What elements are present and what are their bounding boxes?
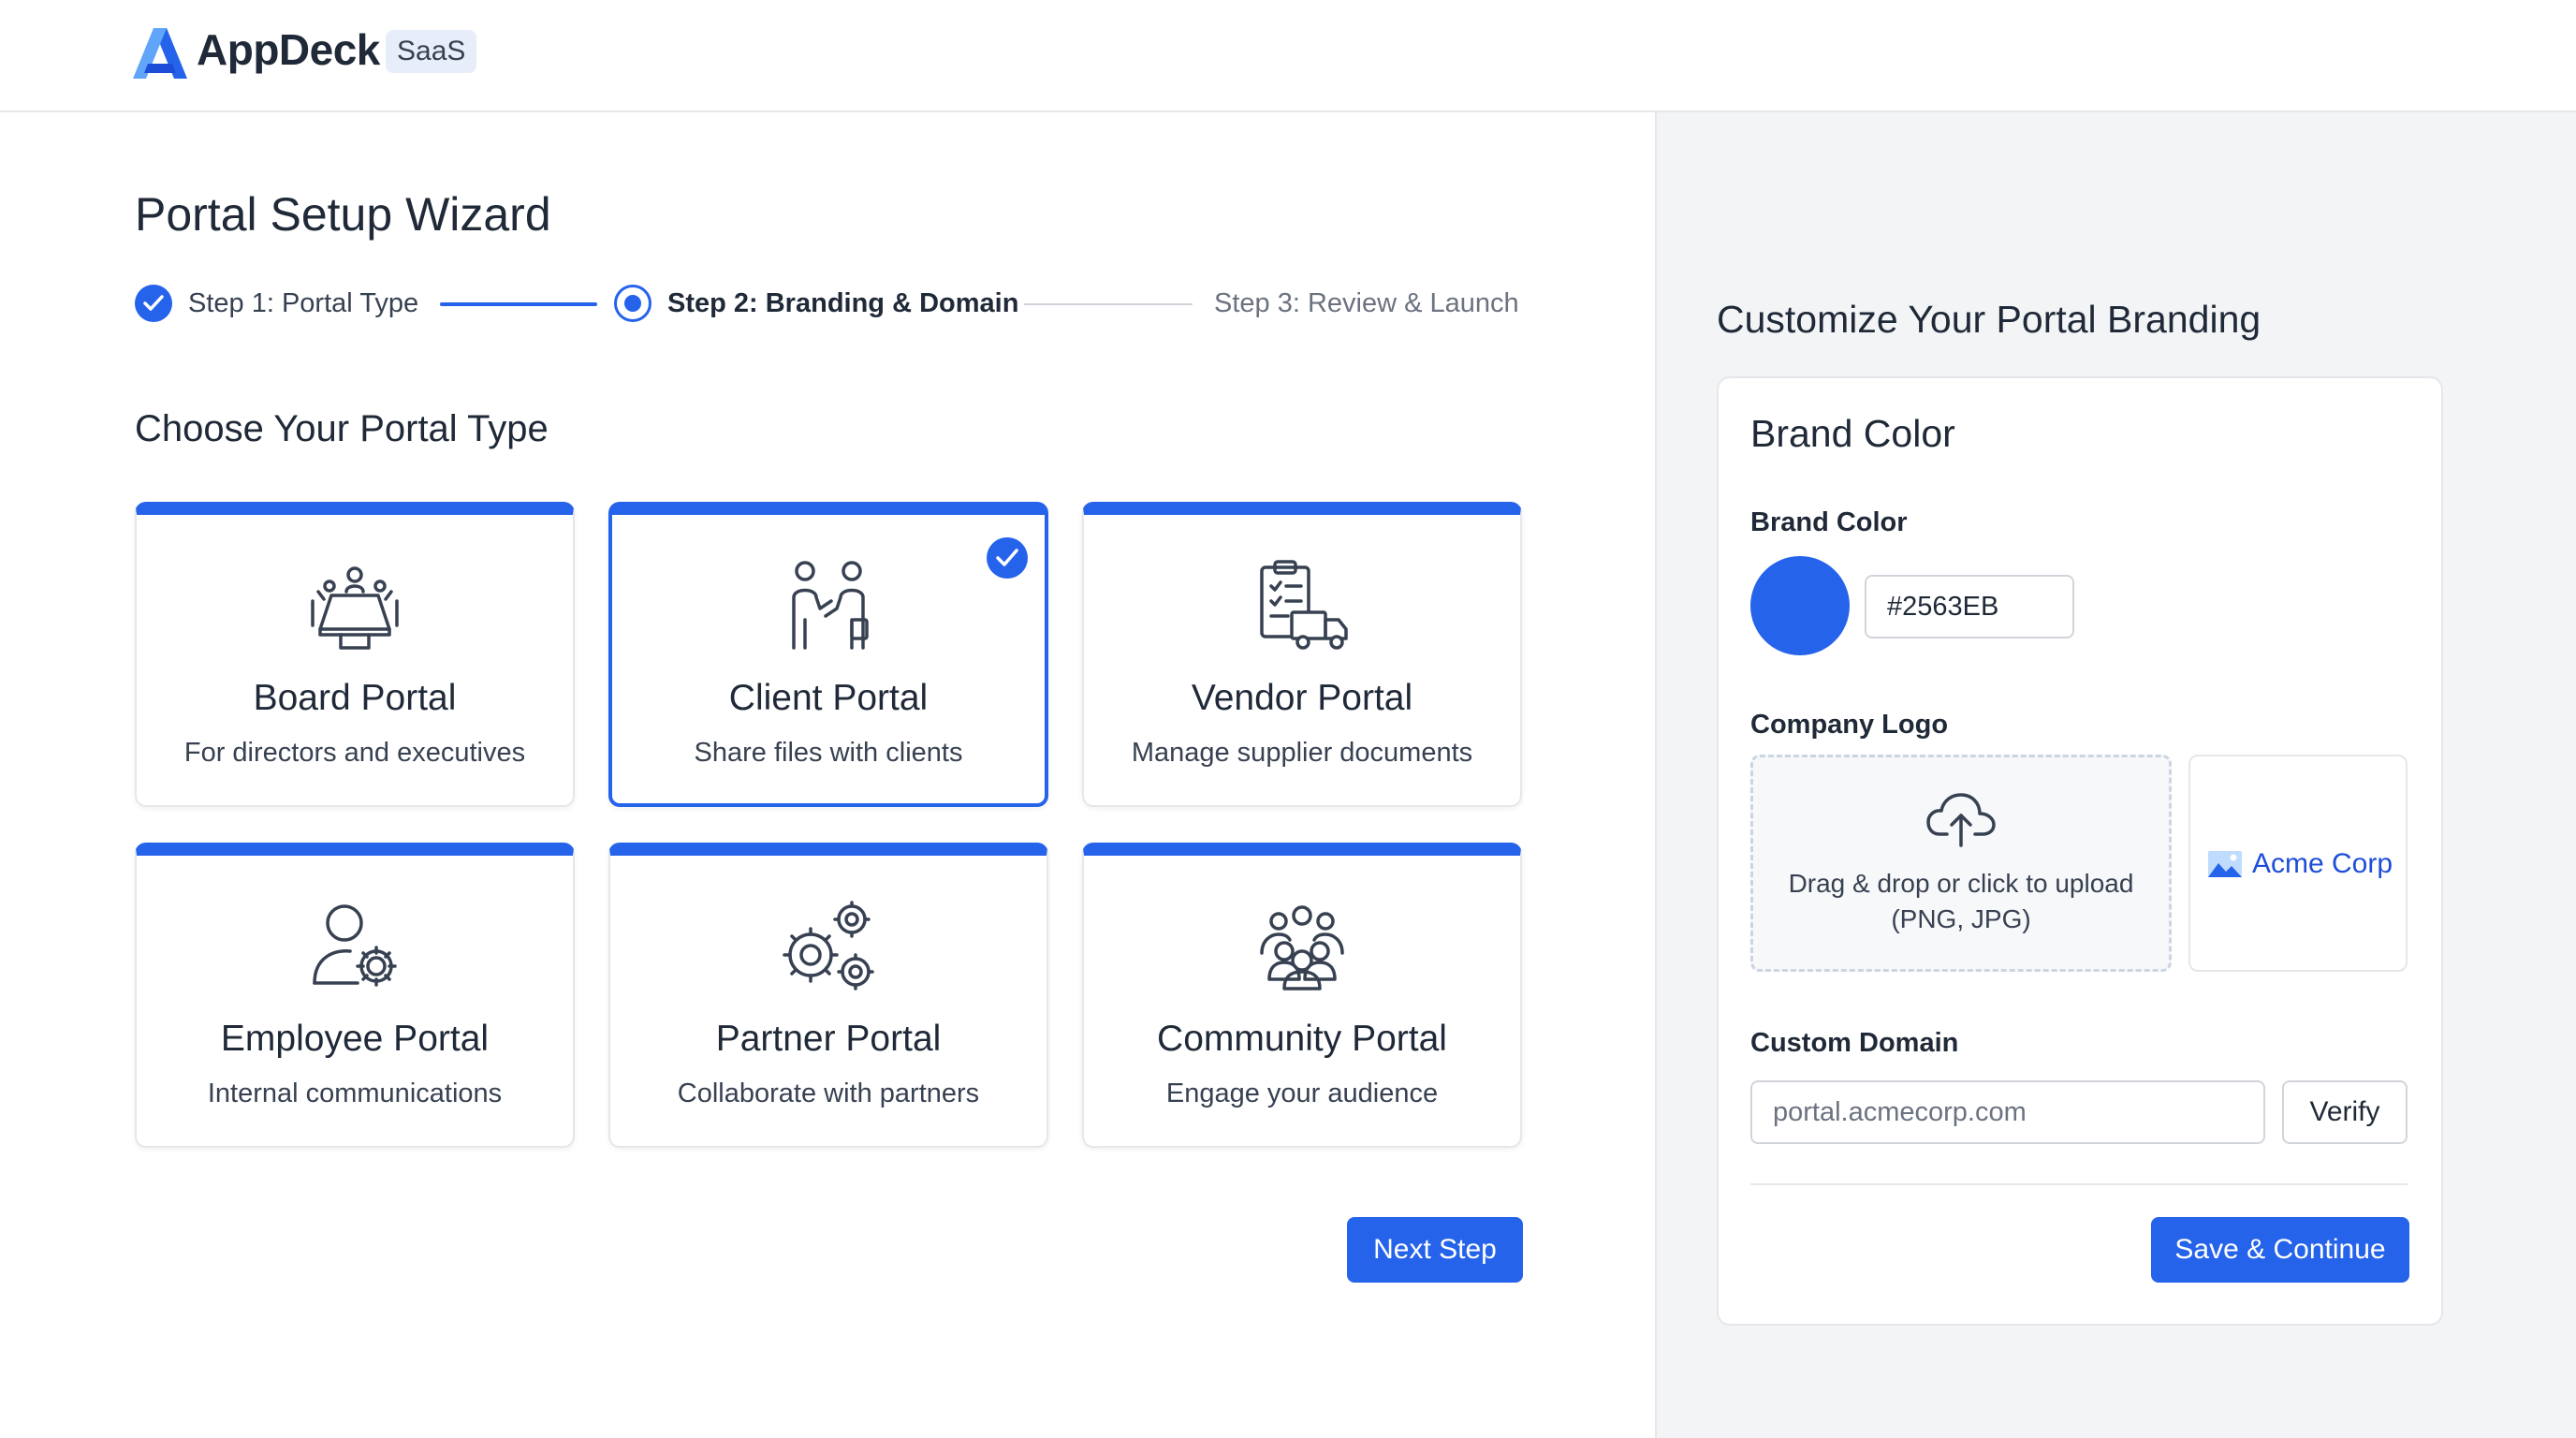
step-1-label[interactable]: Step 1: Portal Type [188,288,418,319]
portal-card-client[interactable]: Client Portal Share files with clients [608,502,1048,807]
portal-card-title: Community Portal [1157,1019,1447,1059]
group-icon [1260,905,1344,990]
portal-card-community[interactable]: Community Portal Engage your audience [1082,843,1522,1148]
next-step-button[interactable]: Next Step [1347,1217,1523,1283]
company-logo-label: Company Logo [1750,710,1949,740]
brand-color-swatch[interactable] [1750,556,1850,655]
top-bar: AppDeck SaaS [0,0,2576,112]
portal-card-title: Partner Portal [715,1019,942,1059]
save-continue-button[interactable]: Save & Continue [2151,1217,2409,1283]
step-connector-upcoming [1024,303,1193,305]
verify-domain-button[interactable]: Verify [2282,1080,2408,1144]
plan-badge: SaaS [386,30,477,73]
wizard-panel: Portal Setup Wizard Step 1: Portal Type … [0,112,1655,1438]
logo-upload-dropzone[interactable]: Drag & drop or click to upload (PNG, JPG… [1750,755,2172,972]
brand-color-hex-input[interactable] [1865,575,2074,638]
portal-card-desc: Collaborate with partners [677,1078,980,1108]
portal-card-desc: Engage your audience [1165,1078,1439,1108]
divider [1750,1183,2408,1185]
branding-card: Brand Color Brand Color Company Logo Dra… [1717,376,2443,1326]
selected-check-icon [987,537,1028,579]
boardroom-icon [311,566,399,650]
handshake-icon [792,561,869,650]
portal-card-title: Board Portal [253,678,457,718]
card-title: Brand Color [1750,412,1955,455]
user-gear-icon [313,904,397,987]
portal-card-partner[interactable]: Partner Portal Collaborate with partners [608,843,1048,1148]
portal-card-desc: For directors and executives [183,738,526,768]
step-2-label[interactable]: Step 2: Branding & Domain [667,288,1018,319]
portal-card-title: Vendor Portal [1191,678,1413,718]
portal-card-desc: Manage supplier documents [1131,738,1473,768]
appdeck-logo-icon [133,28,187,79]
branding-panel: Customize Your Portal Branding Brand Col… [1655,112,2576,1438]
custom-domain-input[interactable] [1750,1080,2265,1144]
portal-card-desc: Internal communications [207,1078,503,1108]
portal-card-employee[interactable]: Employee Portal Internal communications [135,843,575,1148]
portal-card-title: Client Portal [728,678,929,718]
gears-icon [783,901,874,990]
portal-card-vendor[interactable]: Vendor Portal Manage supplier documents [1082,502,1522,807]
brand-color-label: Brand Color [1750,507,1908,537]
page-title: Portal Setup Wizard [135,188,551,241]
panel-title: Customize Your Portal Branding [1717,298,2261,341]
portal-card-board[interactable]: Board Portal For directors and executive… [135,502,575,807]
cloud-upload-icon [1926,793,1996,847]
step-3-label[interactable]: Step 3: Review & Launch [1214,288,1519,319]
step-complete-icon [135,285,172,322]
custom-domain-label: Custom Domain [1750,1028,1959,1058]
section-title: Choose Your Portal Type [135,408,549,449]
step-connector-complete [440,302,597,306]
step-current-icon [614,285,651,322]
app-name: AppDeck [197,25,380,74]
clipboard-truck-icon [1260,560,1348,650]
logo-preview: Acme Corp [2188,755,2408,972]
logo-preview-text: Acme Corp [2252,848,2393,879]
portal-card-title: Employee Portal [220,1019,490,1059]
portal-card-desc: Share files with clients [694,738,963,768]
upload-instructions: Drag & drop or click to upload (PNG, JPG… [1788,869,2134,933]
image-icon [2208,851,2242,877]
